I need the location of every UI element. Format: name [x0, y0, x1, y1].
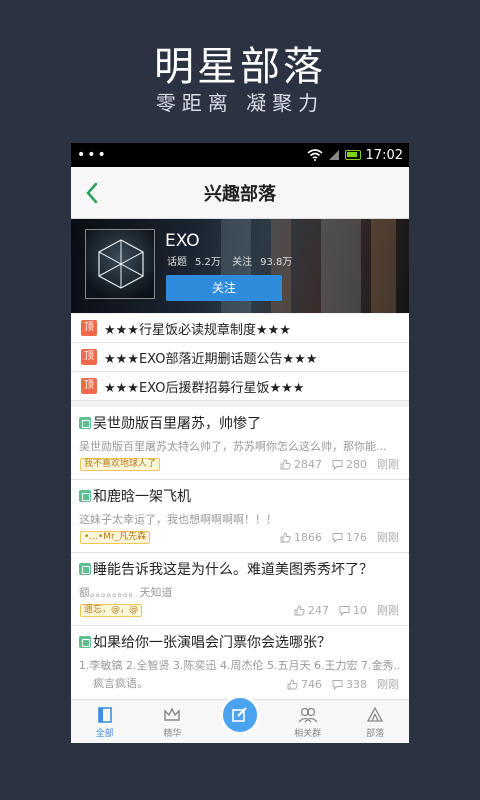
- followers-value: 93.8万: [260, 257, 293, 268]
- like-icon[interactable]: [280, 459, 291, 470]
- post-time: 刚刚: [377, 531, 399, 544]
- post-body: 这妹子太幸运了，我也想啊啊啊啊！！！: [79, 513, 277, 526]
- wifi-icon: [307, 149, 323, 161]
- post-type-icon: [79, 563, 91, 575]
- followers-label: 关注: [232, 257, 253, 268]
- tab-tribe[interactable]: 部落: [341, 700, 409, 743]
- comment-icon[interactable]: [339, 605, 350, 616]
- like-count: 1866: [294, 530, 322, 544]
- comment-count: 280: [346, 457, 367, 471]
- tribe-logo[interactable]: [85, 229, 155, 299]
- comment-icon[interactable]: [332, 679, 343, 690]
- follow-button[interactable]: 关注: [166, 275, 282, 301]
- tribe-name: EXO: [165, 231, 200, 251]
- exo-logo-icon: [98, 239, 144, 289]
- post-author[interactable]: 遗忘，@，@: [80, 604, 143, 617]
- pin-badge: 顶: [81, 320, 97, 336]
- post-author[interactable]: 疯言疯语。: [93, 678, 148, 691]
- pin-badge: 顶: [81, 349, 97, 365]
- bottom-tab-bar: 全部 精华 相关群 部落: [71, 695, 409, 743]
- like-count: 2847: [294, 457, 322, 471]
- post-item[interactable]: 吴世勋版百里屠苏，帅惨了 吴世勋版百里屠苏太特么帅了，苏苏啊你怎么这么帅，那你能…: [71, 407, 409, 480]
- compose-icon: [232, 707, 247, 722]
- post-body: 1.李敏镐 2.全智贤 3.陈奕迅 4.周杰伦 5.五月天 6.王力宏 7.金秀…: [79, 659, 401, 672]
- post-time: 刚刚: [377, 678, 399, 691]
- post-time: 刚刚: [377, 604, 399, 617]
- like-count: 746: [301, 677, 322, 691]
- header: 兴趣部落: [71, 167, 409, 219]
- comment-count: 338: [346, 677, 367, 691]
- phone-screen: ••• 17:02 兴趣部落 EXO 话题 5.2万 关注 93.8万 关注 顶…: [71, 143, 409, 743]
- group-icon: [298, 707, 318, 723]
- pinned-item[interactable]: 顶 ★★★EXO后援群招募行星饭★★★: [71, 372, 409, 401]
- post-body: 额。。。。。。。。天知道: [79, 586, 173, 599]
- pin-badge: 顶: [81, 378, 97, 394]
- post-item[interactable]: 如果给你一张演唱会门票你会选哪张？ 1.李敏镐 2.全智贤 3.陈奕迅 4.周杰…: [71, 626, 409, 700]
- post-body: 吴世勋版百里屠苏太特么帅了，苏苏啊你怎么这么帅，那你能...: [79, 440, 387, 453]
- comment-count: 176: [346, 530, 367, 544]
- post-title: 睡能告诉我这是为什么。难道美图秀秀坏了？: [93, 562, 373, 578]
- tab-label: 部落: [366, 729, 385, 739]
- tab-label: 精华: [163, 729, 182, 739]
- pinned-item[interactable]: 顶 ★★★EXO部落近期删话题公告★★★: [71, 343, 409, 372]
- like-icon[interactable]: [294, 605, 305, 616]
- book-icon: [97, 707, 112, 723]
- compose-button[interactable]: [220, 695, 260, 735]
- pinned-list: 顶 ★★★行星饭必读规章制度★★★ 顶 ★★★EXO部落近期删话题公告★★★ 顶…: [71, 314, 409, 401]
- post-title: 吴世勋版百里屠苏，帅惨了: [93, 416, 261, 432]
- post-author[interactable]: 我不喜欢地球人了: [80, 458, 161, 471]
- post-author[interactable]: •...•Mr_凡先森: [80, 531, 151, 544]
- pinned-text: ★★★EXO部落近期删话题公告★★★: [104, 351, 318, 367]
- notification-dots: •••: [77, 147, 108, 163]
- like-icon[interactable]: [287, 679, 298, 690]
- comment-icon[interactable]: [332, 532, 343, 543]
- like-icon[interactable]: [280, 532, 291, 543]
- comment-count: 10: [353, 603, 367, 617]
- tab-label: 相关群: [294, 729, 322, 739]
- like-count: 247: [308, 603, 329, 617]
- tab-featured[interactable]: 精华: [139, 700, 207, 743]
- post-type-icon: [79, 490, 91, 502]
- topics-label: 话题: [167, 257, 187, 268]
- post-type-icon: [79, 636, 91, 648]
- signal-icon: [328, 150, 339, 160]
- topics-value: 5.2万: [195, 257, 221, 268]
- tab-label: 全部: [95, 729, 114, 739]
- post-title: 和鹿晗一架飞机: [93, 489, 191, 505]
- tribe-stats: 话题 5.2万 关注 93.8万: [167, 253, 300, 268]
- pinned-text: ★★★EXO后援群招募行星饭★★★: [104, 380, 305, 396]
- post-type-icon: [79, 417, 91, 429]
- comment-icon[interactable]: [332, 459, 343, 470]
- tribe-icon: [367, 706, 384, 722]
- post-item[interactable]: 睡能告诉我这是为什么。难道美图秀秀坏了？ 额。。。。。。。。天知道 遗忘，@，@…: [71, 553, 409, 626]
- post-feed: 吴世勋版百里屠苏，帅惨了 吴世勋版百里屠苏太特么帅了，苏苏啊你怎么这么帅，那你能…: [71, 407, 409, 700]
- battery-icon: [344, 150, 361, 160]
- post-item[interactable]: 和鹿晗一架飞机 这妹子太幸运了，我也想啊啊啊啊！！！ •...•Mr_凡先森 1…: [71, 480, 409, 553]
- pinned-text: ★★★行星饭必读规章制度★★★: [104, 322, 291, 338]
- pinned-item[interactable]: 顶 ★★★行星饭必读规章制度★★★: [71, 314, 409, 343]
- promo-title: 明星部落: [154, 44, 326, 90]
- promo-subtitle: 零距离 凝聚力: [155, 91, 325, 115]
- back-arrow-icon[interactable]: [81, 179, 105, 207]
- crown-icon: [164, 707, 181, 721]
- clock: 17:02: [365, 147, 403, 163]
- post-title: 如果给你一张演唱会门票你会选哪张？: [93, 635, 331, 651]
- tab-groups[interactable]: 相关群: [274, 700, 342, 743]
- tribe-banner: EXO 话题 5.2万 关注 93.8万 关注: [71, 219, 409, 313]
- status-bar: ••• 17:02: [71, 143, 409, 167]
- tab-all[interactable]: 全部: [71, 700, 139, 743]
- post-time: 刚刚: [377, 458, 399, 471]
- page-title: 兴趣部落: [204, 183, 276, 205]
